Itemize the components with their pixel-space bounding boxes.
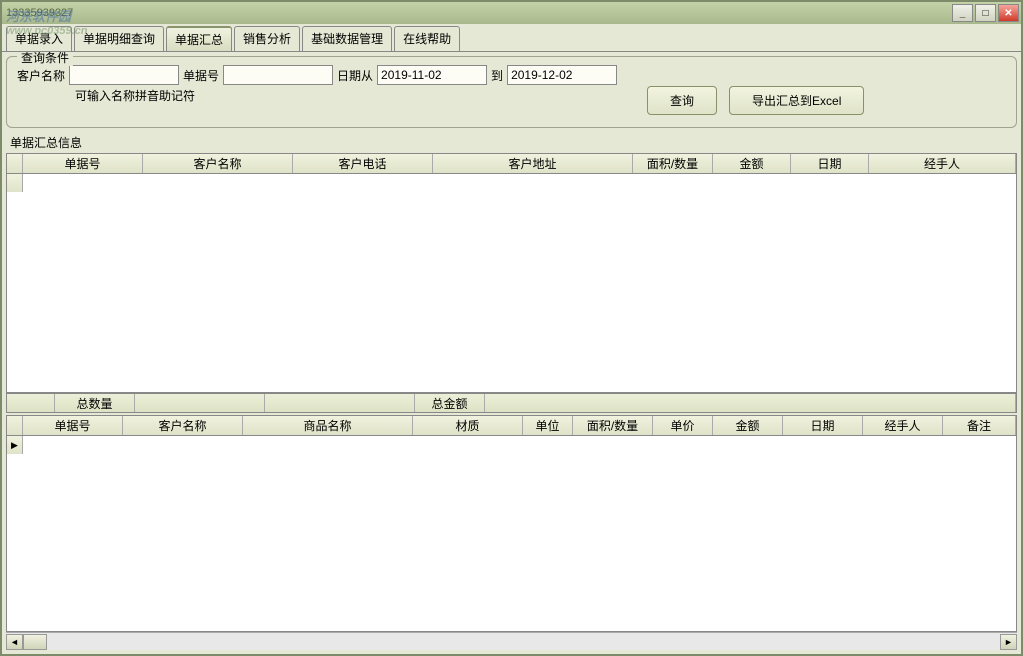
date-to-input[interactable] bbox=[507, 65, 617, 85]
grid2-col-amount[interactable]: 金额 bbox=[713, 416, 783, 435]
grid1-col-handler[interactable]: 经手人 bbox=[869, 154, 1016, 173]
docno-label: 单据号 bbox=[183, 67, 219, 84]
close-button[interactable]: ✕ bbox=[998, 4, 1019, 22]
query-legend: 查询条件 bbox=[17, 51, 73, 66]
date-to-label: 到 bbox=[491, 67, 503, 84]
summary-grid[interactable]: 单据号 客户名称 客户电话 客户地址 面积/数量 金额 日期 经手人 bbox=[6, 153, 1017, 393]
grid2-col-docno[interactable]: 单据号 bbox=[23, 416, 123, 435]
scroll-left-button[interactable]: ◄ bbox=[6, 634, 23, 650]
minimize-button[interactable]: _ bbox=[952, 4, 973, 22]
grid1-col-customer[interactable]: 客户名称 bbox=[143, 154, 293, 173]
grid2-body[interactable]: ▶ bbox=[7, 436, 1016, 631]
tab-basic-data[interactable]: 基础数据管理 bbox=[302, 26, 392, 51]
total-amt-label: 总金额 bbox=[415, 394, 485, 412]
customer-label: 客户名称 bbox=[17, 67, 65, 84]
grid1-col-phone[interactable]: 客户电话 bbox=[293, 154, 433, 173]
grid2-header: 单据号 客户名称 商品名称 材质 单位 面积/数量 单价 金额 日期 经手人 备… bbox=[7, 416, 1016, 436]
scroll-thumb[interactable] bbox=[23, 634, 47, 650]
scroll-track[interactable] bbox=[23, 634, 1000, 650]
maximize-button[interactable]: □ bbox=[975, 4, 996, 22]
horizontal-scrollbar[interactable]: ◄ ► bbox=[6, 632, 1017, 650]
tab-sales-analysis[interactable]: 销售分析 bbox=[234, 26, 300, 51]
tab-summary[interactable]: 单据汇总 bbox=[166, 26, 232, 51]
grid1-col-docno[interactable]: 单据号 bbox=[23, 154, 143, 173]
grid2-col-qty[interactable]: 面积/数量 bbox=[573, 416, 653, 435]
grid1-col-qty[interactable]: 面积/数量 bbox=[633, 154, 713, 173]
tab-entry[interactable]: 单据录入 bbox=[6, 26, 72, 51]
detail-grid[interactable]: 单据号 客户名称 商品名称 材质 单位 面积/数量 单价 金额 日期 经手人 备… bbox=[6, 415, 1017, 632]
titlebar: 13335939327 _ □ ✕ bbox=[2, 2, 1021, 24]
grid1-col-address[interactable]: 客户地址 bbox=[433, 154, 633, 173]
grid2-col-material[interactable]: 材质 bbox=[413, 416, 523, 435]
customer-input[interactable] bbox=[69, 65, 179, 85]
grid2-col-handler[interactable]: 经手人 bbox=[863, 416, 943, 435]
grid2-col-customer[interactable]: 客户名称 bbox=[123, 416, 243, 435]
tab-help[interactable]: 在线帮助 bbox=[394, 26, 460, 51]
scroll-right-button[interactable]: ► bbox=[1000, 634, 1017, 650]
grid2-col-unit[interactable]: 单位 bbox=[523, 416, 573, 435]
total-qty-label: 总数量 bbox=[55, 394, 135, 412]
total-amt-value bbox=[485, 394, 1016, 412]
date-from-input[interactable] bbox=[377, 65, 487, 85]
grid1-body[interactable] bbox=[7, 174, 1016, 392]
export-excel-button[interactable]: 导出汇总到Excel bbox=[729, 86, 864, 115]
query-button[interactable]: 查询 bbox=[647, 86, 717, 115]
window-controls: _ □ ✕ bbox=[952, 4, 1019, 22]
grid2-col-date[interactable]: 日期 bbox=[783, 416, 863, 435]
summary-bar: 总数量 总金额 bbox=[6, 393, 1017, 413]
title-text: 13335939327 bbox=[6, 7, 73, 19]
grid1-col-amount[interactable]: 金额 bbox=[713, 154, 791, 173]
grid2-col-product[interactable]: 商品名称 bbox=[243, 416, 413, 435]
row-pointer-icon: ▶ bbox=[11, 440, 18, 451]
docno-input[interactable] bbox=[223, 65, 333, 85]
grid2-col-price[interactable]: 单价 bbox=[653, 416, 713, 435]
tab-bar: 单据录入 单据明细查询 单据汇总 销售分析 基础数据管理 在线帮助 bbox=[2, 24, 1021, 51]
date-from-label: 日期从 bbox=[337, 67, 373, 84]
grid2-col-remark[interactable]: 备注 bbox=[943, 416, 1016, 435]
tab-detail-query[interactable]: 单据明细查询 bbox=[74, 26, 164, 51]
query-fieldset: 查询条件 客户名称 单据号 日期从 到 可输入名称拼音助记符 查询 导出汇总到E… bbox=[6, 56, 1017, 128]
grid1-header: 单据号 客户名称 客户电话 客户地址 面积/数量 金额 日期 经手人 bbox=[7, 154, 1016, 174]
total-qty-value bbox=[135, 394, 265, 412]
grid1-title: 单据汇总信息 bbox=[6, 132, 1017, 153]
grid1-col-date[interactable]: 日期 bbox=[791, 154, 869, 173]
